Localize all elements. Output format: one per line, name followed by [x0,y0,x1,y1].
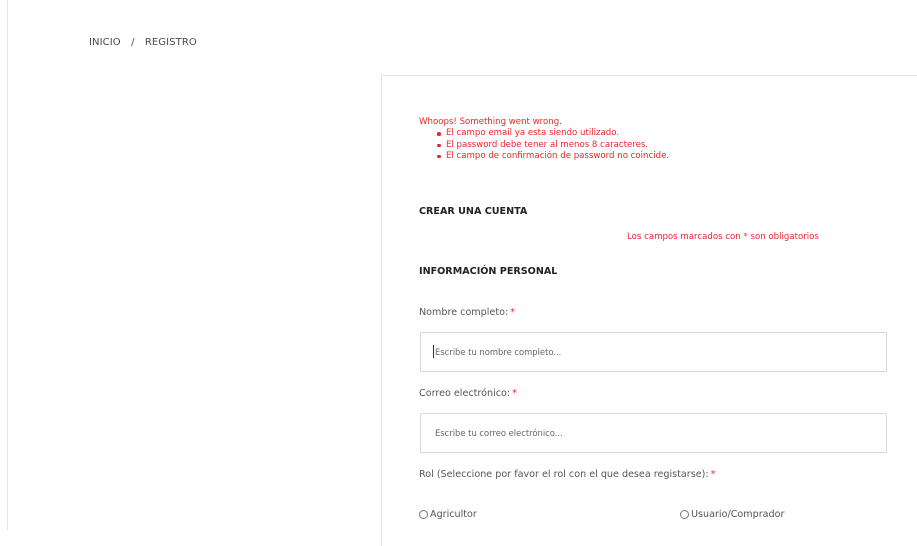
role-label: Rol (Seleccione por favor el rol con el … [419,469,715,480]
section-title-personal: INFORMACIÓN PERSONAL [419,266,558,277]
form-title: CREAR UNA CUENTA [419,206,528,217]
email-label-text: Correo electrónico: [419,388,511,399]
email-label: Correo electrónico: * [419,388,517,399]
required-star: * [510,307,515,318]
radio-button-icon[interactable] [680,510,689,519]
required-fields-note: Los campos marcados con * son obligatori… [627,232,819,242]
role-label-text: Rol (Seleccione por favor el rol con el … [419,469,709,480]
breadcrumb: INICIO / REGISTRO [89,37,197,48]
role-option-label: Usuario/Comprador [691,509,785,520]
required-star: * [512,388,517,399]
breadcrumb-separator: / [131,37,135,48]
error-item: El campo de confirmación de password no … [436,150,670,161]
breadcrumb-home-link[interactable]: INICIO [89,37,121,48]
page-left-border [7,0,8,531]
role-option-usuario-comprador[interactable]: Usuario/Comprador [680,509,784,520]
error-item: El campo email ya esta siendo utilizado. [436,128,669,139]
role-option-label: Agricultor [430,509,477,520]
role-option-agricultor[interactable]: Agricultor [419,509,477,520]
full-name-label: Nombre completo: * [419,307,515,318]
required-star: * [710,469,716,480]
text-cursor [433,345,434,358]
email-input[interactable] [420,413,887,453]
error-list: El campo email ya esta siendo utilizado.… [419,128,669,162]
error-heading: Whoops! Something went wrong. [419,117,562,127]
breadcrumb-current: REGISTRO [144,37,197,48]
error-alert: Whoops! Something went wrong. El campo e… [419,117,669,162]
radio-button-icon[interactable] [419,510,428,519]
error-item: El password debe tener al menos 8 caract… [436,140,669,151]
full-name-label-text: Nombre completo: [419,307,509,318]
full-name-input[interactable] [420,332,887,372]
